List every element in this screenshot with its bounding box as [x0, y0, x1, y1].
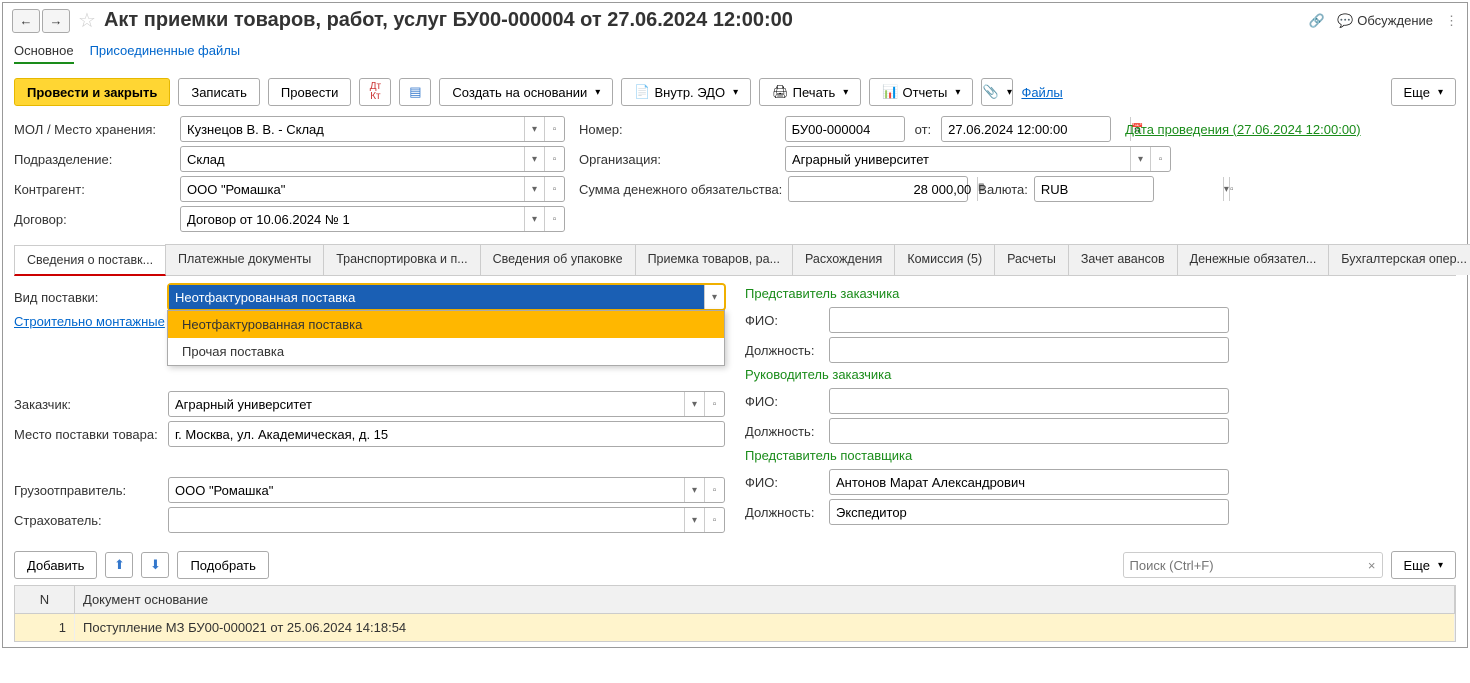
- page-title: Акт приемки товаров, работ, услуг БУ00-0…: [104, 9, 1301, 32]
- back-button[interactable]: ←: [12, 9, 40, 33]
- num-field[interactable]: [785, 116, 905, 142]
- num-label: Номер:: [579, 122, 623, 137]
- pick-button[interactable]: Подобрать: [177, 551, 268, 579]
- mol-combo[interactable]: ▾ ▫: [180, 116, 565, 142]
- sender-label: Грузоотправитель:: [14, 483, 162, 498]
- customer-rep-heading: Представитель заказчика: [745, 286, 1456, 301]
- tab-money-obligations[interactable]: Денежные обязател...: [1177, 244, 1330, 275]
- supplier-rep-heading: Представитель поставщика: [745, 448, 1456, 463]
- cust-head-fio[interactable]: [830, 389, 1228, 413]
- forward-button[interactable]: →: [42, 9, 70, 33]
- reports-button[interactable]: 📊 Отчеты: [869, 78, 973, 106]
- customer-label: Заказчик:: [14, 397, 162, 412]
- sum-label: Сумма денежного обязательства:: [579, 182, 782, 197]
- dog-label: Договор:: [14, 212, 174, 227]
- subdiv-combo[interactable]: ▾▫: [180, 146, 565, 172]
- col-doc[interactable]: Документ основание: [75, 586, 1455, 613]
- kebab-icon[interactable]: ⋮: [1445, 13, 1458, 29]
- move-up-icon[interactable]: ⬆: [105, 552, 133, 578]
- delivery-type-label: Вид поставки:: [14, 290, 162, 305]
- link-icon[interactable]: 🔗: [1309, 13, 1325, 29]
- print-button[interactable]: 🖨 Печать: [759, 78, 861, 106]
- subbar-more-button[interactable]: Еще: [1391, 551, 1456, 579]
- curr-combo[interactable]: ▾▫: [1034, 176, 1154, 202]
- sender-combo[interactable]: ▾▫: [168, 477, 725, 503]
- col-n[interactable]: N: [15, 586, 75, 613]
- mol-input[interactable]: [181, 117, 524, 141]
- clear-icon[interactable]: ×: [1368, 558, 1376, 573]
- post-and-close-button[interactable]: Провести и закрыть: [14, 78, 170, 106]
- insurer-combo[interactable]: ▾▫: [168, 507, 725, 533]
- contr-label: Контрагент:: [14, 182, 174, 197]
- toolbar-more-button[interactable]: Еще: [1391, 78, 1456, 106]
- list-icon[interactable]: ▤: [399, 78, 431, 106]
- tab-payment-docs[interactable]: Платежные документы: [165, 244, 324, 275]
- dt-kt-icon[interactable]: ДтКт: [359, 78, 391, 106]
- tab-commission[interactable]: Комиссия (5): [894, 244, 995, 275]
- tab-main[interactable]: Основное: [14, 43, 74, 64]
- delivery-type-combo[interactable]: ▾: [168, 284, 725, 310]
- dropdown-option[interactable]: Прочая поставка: [168, 338, 724, 365]
- search-input[interactable]: ×: [1123, 552, 1383, 578]
- posted-date-link[interactable]: Дата проведения (27.06.2024 12:00:00): [1125, 122, 1360, 137]
- org-combo[interactable]: ▾▫: [785, 146, 1171, 172]
- customer-combo[interactable]: ▾▫: [168, 391, 725, 417]
- chevron-down-icon[interactable]: ▾: [704, 285, 724, 309]
- table-row[interactable]: 1 Поступление МЗ БУ00-000021 от 25.06.20…: [15, 614, 1455, 641]
- tab-calculations[interactable]: Расчеты: [994, 244, 1069, 275]
- tab-acceptance[interactable]: Приемка товаров, ра...: [635, 244, 793, 275]
- files-link[interactable]: Файлы: [1021, 85, 1062, 100]
- curr-label: Валюта:: [978, 182, 1028, 197]
- customer-head-heading: Руководитель заказчика: [745, 367, 1456, 382]
- date-field[interactable]: 📅: [941, 116, 1111, 142]
- tab-delivery-info[interactable]: Сведения о поставк...: [14, 245, 166, 276]
- create-from-button[interactable]: Создать на основании: [439, 78, 613, 106]
- sum-field[interactable]: 🖩: [788, 176, 968, 202]
- place-label: Место поставки товара:: [14, 427, 162, 442]
- place-field[interactable]: [168, 421, 725, 447]
- org-label: Организация:: [579, 152, 779, 167]
- tab-transport[interactable]: Транспортировка и п...: [323, 244, 480, 275]
- contr-combo[interactable]: ▾▫: [180, 176, 565, 202]
- smr-link[interactable]: Строительно монтажные: [14, 314, 165, 329]
- dropdown-option[interactable]: Неотфактурованная поставка: [168, 311, 724, 338]
- from-label: от:: [915, 122, 932, 137]
- sup-rep-pos[interactable]: [830, 500, 1228, 524]
- save-button[interactable]: Записать: [178, 78, 260, 106]
- documents-table: N Документ основание 1 Поступление МЗ БУ…: [14, 585, 1456, 642]
- move-down-icon[interactable]: ⬇: [141, 552, 169, 578]
- tab-attached-files[interactable]: Присоединенные файлы: [90, 43, 241, 64]
- attach-button[interactable]: 📎: [981, 78, 1013, 106]
- dog-combo[interactable]: ▾▫: [180, 206, 565, 232]
- tab-advance-offset[interactable]: Зачет авансов: [1068, 244, 1178, 275]
- dropdown-icon[interactable]: ▾: [524, 117, 544, 141]
- tab-accounting-op[interactable]: Бухгалтерская опер...: [1328, 244, 1470, 275]
- post-button[interactable]: Провести: [268, 78, 352, 106]
- favorite-icon[interactable]: ☆: [78, 8, 96, 33]
- mol-label: МОЛ / Место хранения:: [14, 122, 174, 137]
- cust-rep-fio[interactable]: [830, 308, 1228, 332]
- open-icon[interactable]: ▫: [544, 117, 564, 141]
- sup-rep-fio[interactable]: [830, 470, 1228, 494]
- insurer-label: Страхователь:: [14, 513, 162, 528]
- delivery-type-dropdown: Неотфактурованная поставка Прочая постав…: [167, 310, 725, 366]
- cust-head-pos[interactable]: [830, 419, 1228, 443]
- subdiv-label: Подразделение:: [14, 152, 174, 167]
- cust-rep-pos[interactable]: [830, 338, 1228, 362]
- tab-discrepancies[interactable]: Расхождения: [792, 244, 895, 275]
- add-button[interactable]: Добавить: [14, 551, 97, 579]
- edo-button[interactable]: 📄 Внутр. ЭДО: [621, 78, 751, 106]
- tab-packaging[interactable]: Сведения об упаковке: [480, 244, 636, 275]
- discussion-link[interactable]: 💬 Обсуждение: [1337, 13, 1433, 29]
